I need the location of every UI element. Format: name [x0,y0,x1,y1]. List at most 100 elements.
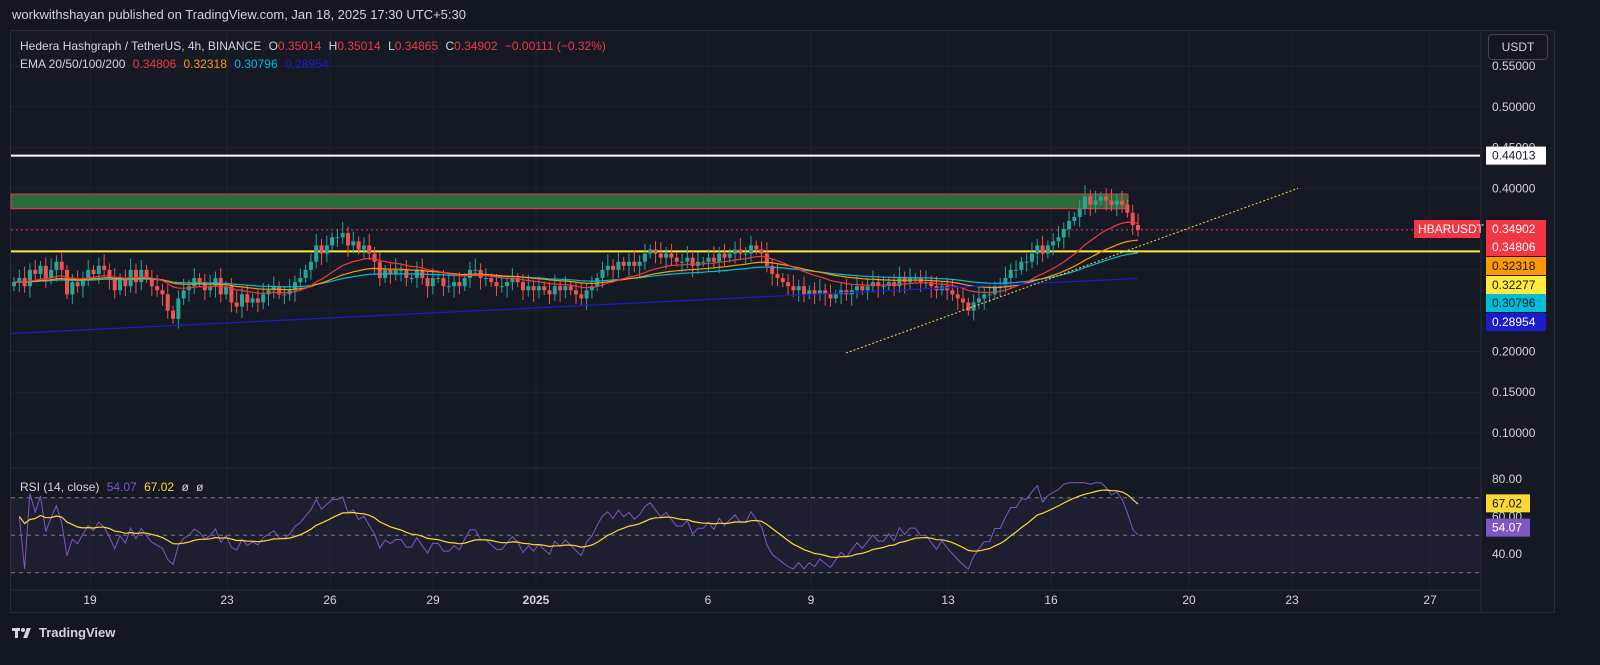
candle-body-201 [1077,208,1082,217]
time-axis-tick-9: 20 [1182,593,1196,607]
candle-body-6 [43,265,48,279]
rsi-v3: ø [181,480,189,494]
rsi-label: RSI (14, close) [20,480,100,494]
price-label-5: 0.28954 [1492,315,1536,329]
dotted-trendline [845,187,1299,354]
ema20-value: 0.34806 [132,57,177,71]
rsi-legend: RSI (14, close) 54.07 67.02 ø ø [20,480,207,494]
candle-body-71 [388,269,393,274]
candle-body-59 [324,245,329,254]
candle-body-150 [807,290,812,295]
close-label: C [445,39,455,53]
candle-body-100 [542,286,547,291]
candle-body-81 [441,278,446,287]
price-axis-tick-1: 0.50000 [1492,100,1536,114]
price-chart-svg[interactable]: 0.550000.500000.450000.400000.200000.150… [0,0,1600,665]
candle-body-191 [1024,261,1029,263]
candle-body-107 [579,294,584,299]
candle-body-60 [330,237,335,246]
candle-body-165 [886,282,891,287]
candle-body-92 [499,286,504,288]
candle-body-80 [436,278,441,280]
candle-body-79 [430,278,435,287]
candle-body-83 [452,282,457,287]
candle-body-126 [680,261,685,263]
high-value: 0.35014 [337,39,381,53]
candle-body-110 [595,278,600,287]
candle-body-120 [648,249,653,254]
candle-body-208 [1114,200,1119,205]
candle-body-148 [796,286,801,291]
candle-body-210 [1125,204,1130,213]
candle-body-159 [855,286,859,291]
price-axis-tick-0: 0.55000 [1492,59,1536,73]
candle-body-138 [743,253,748,255]
price-axis-tick-6: 0.10000 [1492,426,1536,440]
candle-body-139 [748,245,753,254]
time-axis-tick-0: 19 [83,593,97,607]
candle-body-27 [155,286,160,291]
candle-body-47 [261,294,266,303]
candle-body-154 [828,294,833,299]
candle-body-116 [627,261,632,266]
currency-unit-button[interactable]: USDT [1488,34,1548,60]
candle-body-29 [165,294,170,311]
footer-brand-text: TradingView [39,625,116,640]
candle-body-140 [754,245,759,250]
ema100-value: 0.30796 [234,57,278,71]
candle-body-104 [563,286,568,291]
time-axis-tick-5: 6 [705,593,712,607]
candle-body-212 [1136,225,1140,230]
price-axis-tick-3: 0.40000 [1492,181,1536,195]
candle-body-111 [600,269,605,279]
open-value: 0.35014 [277,39,322,53]
candle-body-209 [1120,200,1125,205]
candle-body-93 [505,282,510,287]
candle-body-63 [346,233,351,246]
candle-body-204 [1093,200,1098,205]
candle-body-57 [314,245,319,262]
rsi-v4: ø [196,480,204,494]
candle-body-149 [801,286,806,295]
candle-body-54 [298,278,303,283]
candle-body-51 [282,294,287,296]
candle-body-38 [213,278,218,287]
candle-body-85 [462,278,467,287]
candle-body-31 [176,298,181,319]
footer-brand[interactable]: TradingView [12,625,115,640]
candle-body-99 [536,286,541,291]
candle-body-137 [738,249,743,254]
candle-body-15 [91,269,96,274]
candle-body-44 [245,294,250,303]
symbol-legend: Hedera Hashgraph / TetherUS, 4h, BINANCE… [20,39,610,53]
candle-body-117 [632,261,637,266]
candle-body-179 [961,298,966,303]
candle-body-196 [1051,241,1056,246]
candle-body-142 [764,253,769,266]
ema-legend: EMA 20/50/100/200 0.34806 0.32318 0.3079… [20,57,332,71]
candle-body-130 [701,261,706,263]
candle-body-114 [616,261,621,270]
candle-body-62 [340,233,345,238]
candle-body-162 [870,282,875,287]
rsi-axis-tick-0: 80.00 [1492,472,1522,486]
candle-body-113 [611,265,616,270]
candle-body-135 [727,253,732,258]
candle-body-101 [547,290,552,295]
candle-body-115 [621,261,626,266]
time-axis-tick-1: 23 [220,593,234,607]
candle-body-211 [1130,212,1135,226]
candle-body-89 [483,278,488,280]
price-label-4: 0.30796 [1492,296,1536,310]
candle-body-207 [1109,200,1114,205]
candle-body-161 [865,286,870,291]
candle-body-42 [234,302,239,307]
candle-body-108 [584,290,589,299]
candle-body-200 [1072,216,1077,221]
candle-body-160 [860,286,865,291]
candle-body-131 [706,257,711,262]
candle-body-61 [335,237,340,239]
candle-body-67 [367,245,372,254]
candle-body-17 [102,265,107,270]
candle-body-96 [520,282,525,291]
